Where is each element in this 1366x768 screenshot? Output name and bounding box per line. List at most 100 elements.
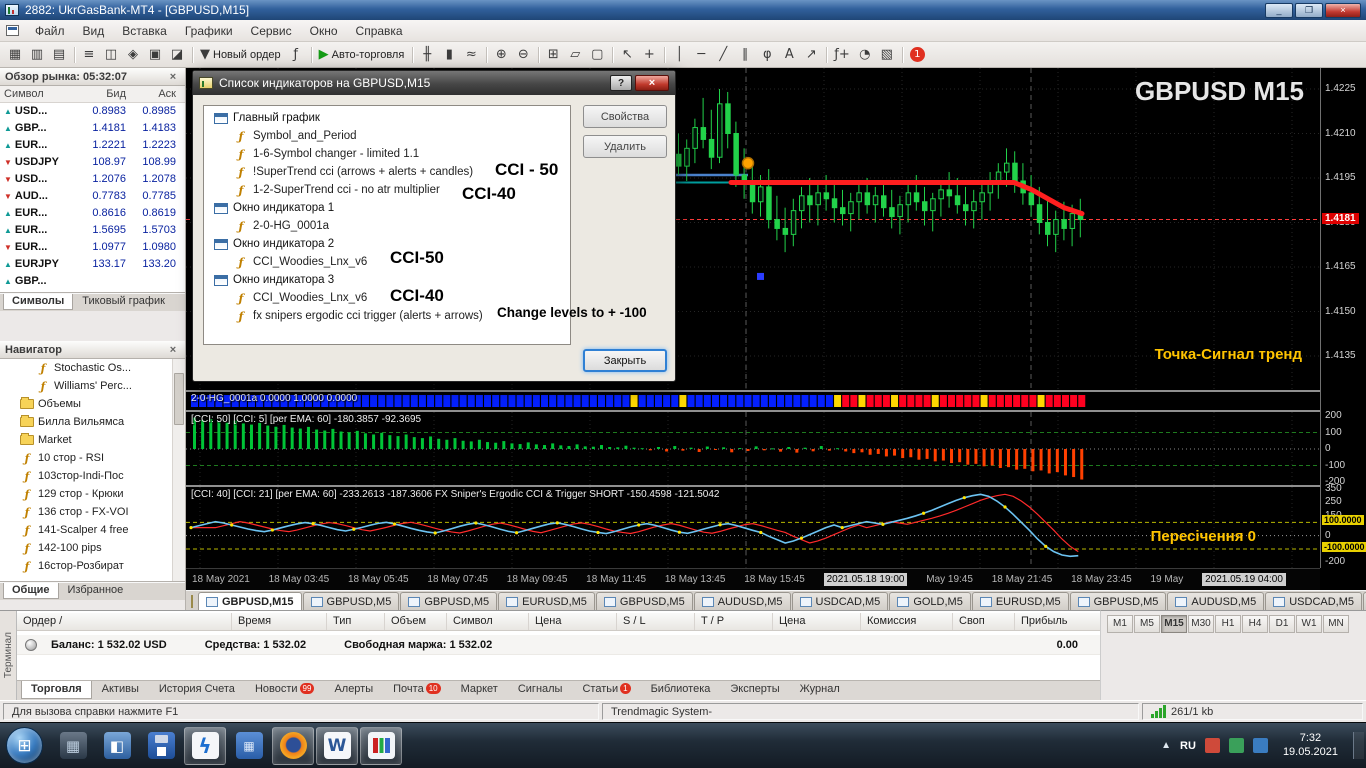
market-watch-row[interactable]: ▼ AUD... 0.7783 0.7785 — [0, 188, 185, 205]
chart-tab[interactable]: USDCAD,M5 — [1265, 592, 1363, 610]
column-header[interactable]: Аск — [134, 86, 184, 103]
crosshair-button[interactable]: + — [638, 44, 660, 66]
terminal-tab[interactable]: Маркет — [451, 681, 508, 699]
market-watch-row[interactable]: ▼ USD... 1.2076 1.2078 — [0, 171, 185, 188]
indicator-row[interactable]: ƒ 1-6-Symbol changer - limited 1.1 — [204, 145, 570, 163]
market-watch-row[interactable]: ▲ EUR... 1.2221 1.2223 — [0, 137, 185, 154]
market-watch-header[interactable]: Обзор рынка: 05:32:07 × — [0, 68, 185, 86]
chart-tab[interactable]: GOLD,M5 — [889, 592, 971, 610]
column-header[interactable]: Символ — [4, 86, 80, 103]
delete-button[interactable]: Удалить — [583, 135, 667, 158]
arrow-tools-button[interactable]: ↗ — [800, 44, 822, 66]
panel-splitter[interactable] — [0, 311, 185, 341]
market-watch-row[interactable]: ▲ EUR... 1.5695 1.5703 — [0, 222, 185, 239]
close-icon[interactable]: × — [166, 344, 180, 356]
navigator-item[interactable]: ƒ 10 стор - RSI — [0, 449, 185, 467]
navigator-item[interactable]: Билла Вильямса — [0, 413, 185, 431]
chart-templates-button[interactable]: ▤ — [48, 44, 70, 66]
taskbar-lightning-app[interactable]: ϟ — [184, 726, 226, 765]
horizontal-line-button[interactable]: ─ — [690, 44, 712, 66]
indicator-list[interactable]: Главный график ƒ Symbol_and_Period ƒ 1-6… — [203, 105, 571, 345]
terminal-tab[interactable]: Торговля — [21, 681, 92, 699]
show-desktop-button[interactable] — [1353, 731, 1364, 760]
navigator-item[interactable]: ƒ 141-Scalper 4 free — [0, 521, 185, 539]
taskbar-metatrader[interactable] — [360, 726, 402, 765]
tray-expand-icon[interactable]: ▲ — [1161, 740, 1171, 751]
column-header[interactable]: Время — [232, 613, 327, 630]
cursor-button[interactable]: ↖ — [616, 44, 638, 66]
navigator-item[interactable]: ƒ 136 стор - FX-VOI — [0, 503, 185, 521]
column-header[interactable]: Прибыль — [1015, 613, 1100, 630]
dialog-help-button[interactable]: ? — [610, 75, 632, 91]
chart-tab[interactable]: GBPUSD,M15 — [198, 592, 302, 610]
close-icon[interactable]: × — [166, 71, 180, 83]
time-axis[interactable]: 18 May 2021 18 May 03:45 18 May 05:45 18 Ma… — [186, 568, 1320, 590]
zoom-in-button[interactable]: ⊕ — [490, 44, 512, 66]
terminal-tab[interactable]: Новости 99 — [245, 681, 325, 699]
strategy-tester-toggle[interactable]: ◪ — [166, 44, 188, 66]
zoom-out-button[interactable]: ⊖ — [512, 44, 534, 66]
timeframe-button[interactable]: M1 — [1107, 615, 1133, 633]
template-button[interactable]: ▧ — [876, 44, 898, 66]
terminal-tab[interactable]: Почта 10 — [383, 681, 450, 699]
terminal-tab[interactable]: Сигналы — [508, 681, 573, 699]
column-header[interactable]: Символ — [447, 613, 529, 630]
toolbar-button[interactable] — [307, 45, 315, 65]
menu-item[interactable]: Справка — [347, 22, 412, 40]
market-watch-tab[interactable]: Символы — [3, 294, 74, 310]
navigator-item[interactable]: ƒ Stochastic Os... — [0, 359, 185, 377]
close-button[interactable]: × — [1325, 2, 1361, 18]
new-chart-button[interactable]: ▦ — [4, 44, 26, 66]
line-chart-button[interactable]: ≈ — [460, 44, 482, 66]
market-watch-row[interactable]: ▲ EUR... 0.8616 0.8619 — [0, 205, 185, 222]
terminal-tab[interactable]: Эксперты — [720, 681, 789, 699]
taskbar-firefox[interactable] — [272, 726, 314, 765]
fibonacci-button[interactable]: φ — [756, 44, 778, 66]
terminal-tab[interactable]: Активы — [92, 681, 149, 699]
taskbar-save-app[interactable] — [140, 727, 182, 765]
periods-button[interactable]: ◔ — [854, 44, 876, 66]
properties-button[interactable]: Свойства — [583, 105, 667, 128]
chart-tab[interactable]: GBPUSD,M5 — [595, 592, 693, 610]
chart-tab[interactable]: USDCAD,M5 — [791, 592, 889, 610]
indicator-row[interactable]: Окно индикатора 3 — [204, 271, 570, 289]
data-window-toggle[interactable]: ◫ — [100, 44, 122, 66]
menu-item[interactable]: Графики — [176, 22, 242, 40]
toolbar-button[interactable] — [482, 45, 490, 65]
market-watch-tab[interactable]: Тиковый график — [73, 294, 174, 310]
menu-item[interactable]: Вставка — [113, 22, 176, 40]
timeframe-button[interactable]: D1 — [1269, 615, 1295, 633]
column-header[interactable]: Бид — [80, 86, 134, 103]
text-label-button[interactable]: A — [778, 44, 800, 66]
column-header[interactable]: Своп — [953, 613, 1015, 630]
metaeditor-button[interactable]: ƒ — [285, 44, 307, 66]
taskbar-word[interactable]: W — [316, 726, 358, 765]
menu-item[interactable]: Файл — [26, 22, 74, 40]
market-watch-row[interactable]: ▲ EURJPY 133.17 133.20 — [0, 256, 185, 273]
scrollbar[interactable] — [172, 359, 185, 581]
menu-item[interactable]: Сервис — [242, 22, 301, 40]
column-header[interactable]: Цена — [773, 613, 861, 630]
market-watch-toggle[interactable]: ≡ — [78, 44, 100, 66]
chart-tab[interactable]: EURUSD,M5 — [971, 592, 1069, 610]
chart-tab[interactable]: GBPUSD,M5 — [400, 592, 498, 610]
toolbar-button[interactable] — [898, 45, 906, 65]
chart-tab[interactable]: AUDUSD,M5 — [693, 592, 791, 610]
column-header[interactable]: Комиссия — [861, 613, 953, 630]
navigator-item[interactable]: ƒ 129 стор - Крюки — [0, 485, 185, 503]
navigator-item[interactable]: ƒ Williams' Perc... — [0, 377, 185, 395]
cascade-windows-button[interactable]: ▱ — [564, 44, 586, 66]
indicator-row[interactable]: ƒ !SuperTrend cci (arrows + alerts + can… — [204, 163, 570, 181]
navigator-tab[interactable]: Общие — [3, 583, 59, 599]
status-connection[interactable]: 261/1 kb — [1142, 703, 1363, 720]
tray-icon[interactable] — [1252, 738, 1268, 753]
chart-window-icon[interactable] — [6, 25, 19, 36]
taskbar-app-dark[interactable]: ▦ — [52, 727, 94, 765]
price-axis[interactable]: 1.42251.42101.41951.41801.41651.41501.41… — [1320, 68, 1366, 568]
column-header[interactable]: S / L — [617, 613, 695, 630]
column-header[interactable]: Объем — [385, 613, 447, 630]
chart-tab[interactable]: GBPUSD,M5 — [302, 592, 400, 610]
timeframe-button[interactable]: W1 — [1296, 615, 1322, 633]
notifications-badge[interactable]: 1 — [906, 44, 929, 66]
timeframe-button[interactable]: M30 — [1188, 615, 1214, 633]
